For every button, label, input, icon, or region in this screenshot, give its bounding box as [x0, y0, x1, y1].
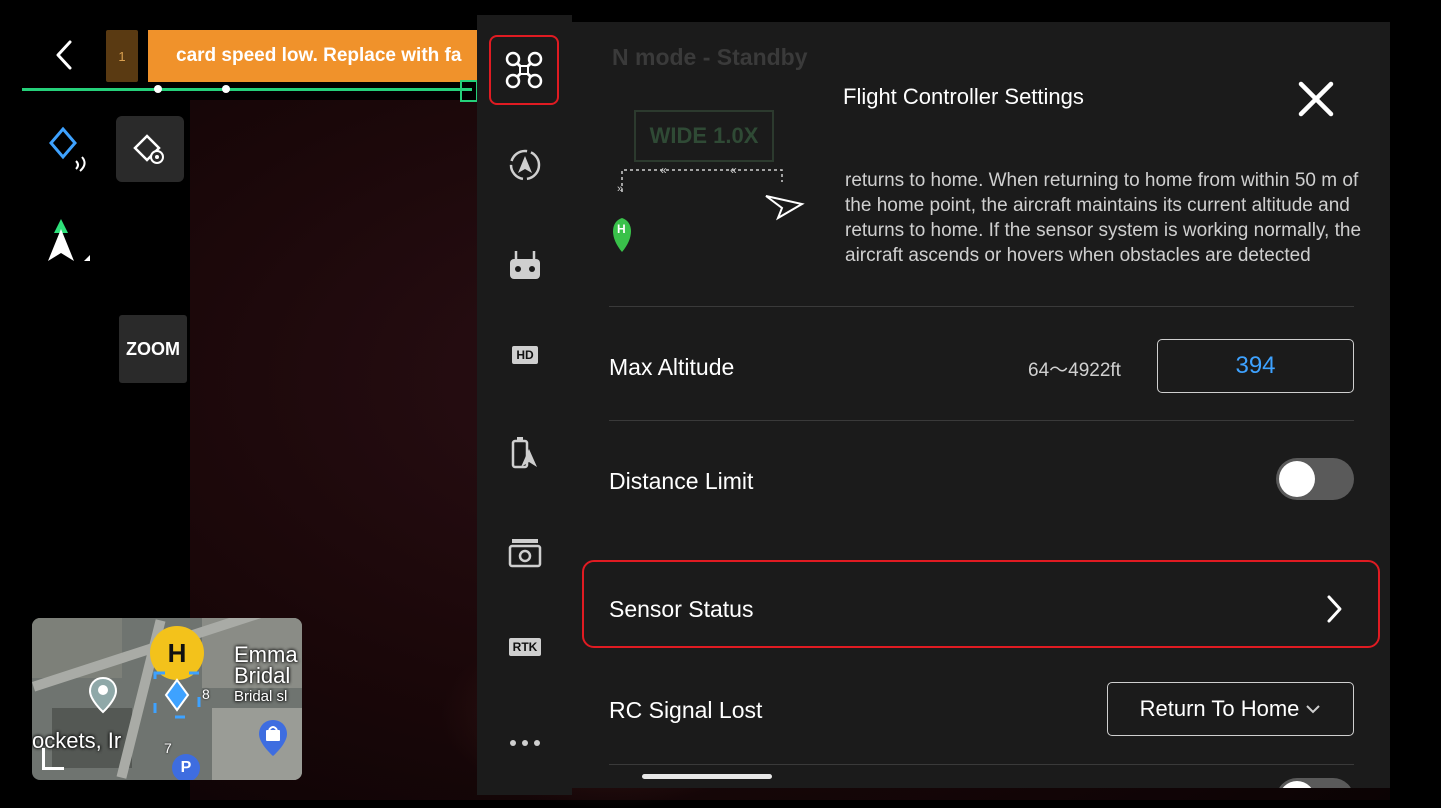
svg-text:»: » [617, 183, 623, 195]
waypoint-number: 7 [164, 740, 172, 756]
max-altitude-label: Max Altitude [609, 354, 735, 380]
camera-icon [508, 539, 542, 568]
distance-limit-toggle[interactable] [1276, 458, 1354, 500]
rth-description: returns to home. When returning to home … [845, 170, 1362, 266]
waypoint-pin-icon [133, 134, 164, 164]
settings-icon-rail: HD RTK [477, 15, 572, 795]
rc-signal-lost-label: RC Signal Lost [609, 697, 763, 723]
back-button[interactable] [50, 38, 80, 72]
sensor-status-label: Sensor Status [609, 596, 754, 622]
divider [609, 420, 1354, 421]
flight-mode-status: N mode - Standby [612, 44, 808, 70]
close-button[interactable] [1292, 76, 1340, 122]
next-setting-toggle[interactable] [1276, 778, 1354, 788]
route-end-marker [460, 80, 478, 102]
shopping-icon [256, 718, 290, 758]
route-point [154, 85, 162, 93]
rail-item-video-transmission[interactable]: HD [495, 325, 555, 385]
battery-icon [511, 437, 537, 469]
route-point [222, 85, 230, 93]
hd-icon: HD [512, 346, 538, 364]
svg-text:«: « [660, 163, 667, 177]
controller-icon [510, 251, 540, 279]
return-to-home-diagram: « « » H [602, 152, 812, 262]
shopping-bag-pin-icon [259, 720, 287, 756]
chevron-left-icon [56, 40, 72, 70]
rail-item-battery[interactable] [495, 423, 555, 483]
compass-heading-icon[interactable] [44, 215, 98, 275]
map-place-label: Emma Bridal Bridal sl [234, 644, 298, 707]
rc-signal-lost-value: Return To Home [1139, 696, 1300, 721]
zoom-button[interactable]: ZOOM [119, 315, 187, 383]
map-location-pin-icon [88, 676, 118, 714]
drone-marker-icon [153, 671, 201, 719]
parking-marker: P [172, 754, 200, 780]
rth-home-marker: H [617, 222, 626, 236]
waypoint-number: 8 [202, 686, 210, 702]
diamond-signal-icon [49, 126, 86, 172]
rail-item-remote-controller[interactable] [495, 235, 555, 295]
more-icon [510, 740, 540, 746]
max-altitude-range: 64～4922ft [1028, 360, 1121, 381]
notification-count[interactable]: 1 [106, 30, 138, 82]
chevron-right-icon [1324, 594, 1344, 624]
map-pin-button[interactable] [116, 116, 184, 182]
location-pin-icon [88, 676, 118, 714]
rail-item-aircraft[interactable] [489, 35, 559, 105]
mini-map[interactable]: H 8 7 Emma Bridal Bridal sl ockets, Ir P [32, 618, 302, 780]
svg-text:«: « [730, 163, 737, 177]
route-progress-line [22, 85, 472, 93]
map-place-label-line: Emma [234, 642, 298, 667]
close-icon [1298, 81, 1334, 117]
panel-title: Flight Controller Settings [843, 84, 1084, 109]
toggle-knob [1279, 781, 1315, 788]
aircraft-position-icon [150, 668, 204, 722]
rail-item-more[interactable] [495, 713, 555, 773]
divider [609, 764, 1354, 765]
rth-path-illustration: « « » [613, 163, 805, 252]
flight-controller-settings-panel: N mode - Standby WIDE 1.0X Flight Contro… [572, 22, 1390, 788]
map-place-label-line: Bridal [234, 663, 291, 688]
drone-icon [505, 51, 543, 89]
rtk-icon: RTK [508, 638, 542, 656]
sd-card-warning-banner[interactable]: card speed low. Replace with fa [148, 30, 483, 82]
divider [609, 306, 1354, 307]
waypoint-mode-icon[interactable] [46, 125, 96, 175]
toggle-knob [1279, 461, 1315, 497]
radar-icon [509, 149, 541, 181]
rail-item-obstacle-avoidance[interactable] [495, 135, 555, 195]
map-place-label-line: Bridal sl [234, 688, 288, 705]
rail-item-rtk[interactable]: RTK [495, 617, 555, 677]
expand-map-icon[interactable] [42, 748, 64, 770]
rc-signal-lost-dropdown[interactable]: Return To Home [1107, 682, 1354, 736]
distance-limit-label: Distance Limit [609, 468, 754, 494]
max-altitude-input[interactable] [1157, 339, 1354, 393]
home-indicator-bar[interactable] [642, 774, 772, 779]
navigation-arrow-icon [48, 219, 90, 261]
rail-item-camera[interactable] [495, 523, 555, 583]
chevron-down-icon [1306, 705, 1321, 714]
